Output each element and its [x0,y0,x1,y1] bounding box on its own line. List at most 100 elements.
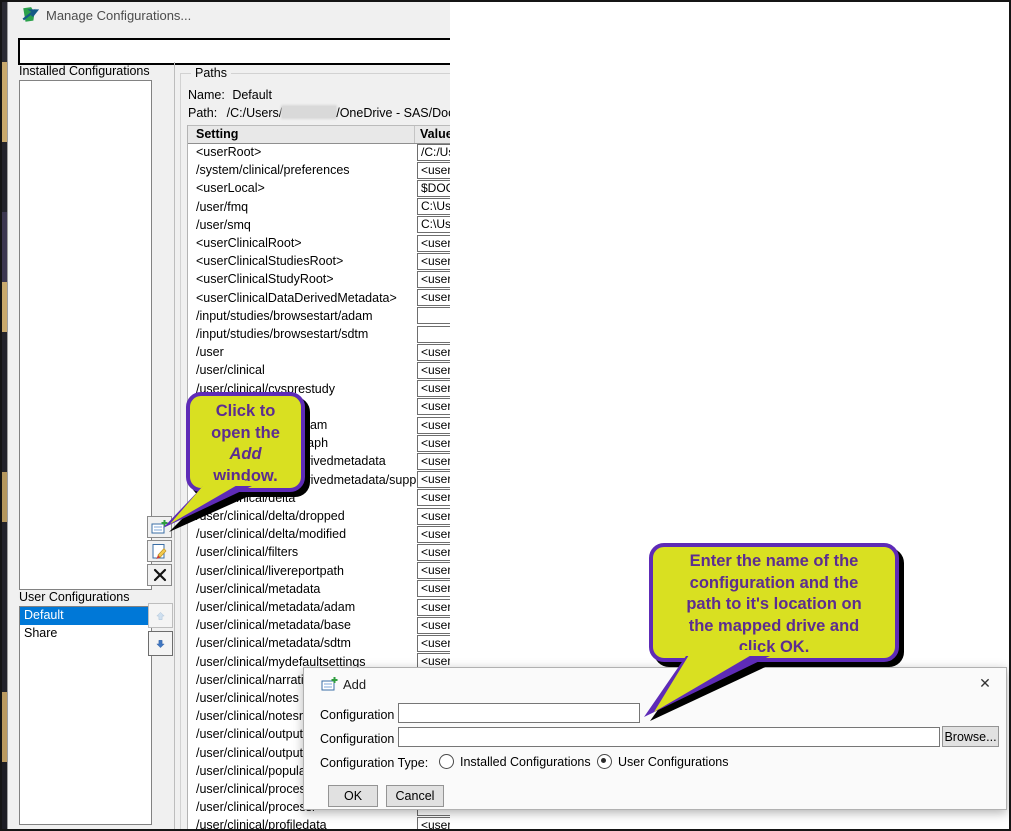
value-cell[interactable]: <userClini [417,489,450,507]
ok-button[interactable]: OK [328,785,378,807]
value-cell[interactable]: <userClini [417,270,450,288]
value-cell[interactable]: <userClini [417,361,450,379]
user-configurations-radio[interactable]: User Configurations [597,754,728,769]
configuration-path-input[interactable] [398,727,940,747]
setting-cell: /user [196,345,224,360]
config-name-line: Name: Default [188,88,272,102]
table-row[interactable]: /user/clinical/delta/dropped <userClini [188,507,450,525]
configuration-name-input[interactable] [398,703,640,723]
value-cell[interactable]: <userClini [417,471,450,489]
table-row[interactable]: <userClinicalRoot> <userRoot> [188,234,450,252]
table-row[interactable]: /user/clinical/filters <userLocal [188,543,450,561]
callout-line: the mapped drive and [688,616,860,635]
value-cell[interactable]: <userClini [417,616,450,634]
table-row[interactable]: /input/studies/browsestart/adam [188,307,450,325]
table-row[interactable]: /user/clinical/metadata/sdtm <userClini [188,634,450,652]
move-down-button[interactable] [148,631,173,656]
configuration-type-label: Configuration Type: [320,756,429,770]
radio-icon[interactable] [439,754,454,769]
setting-cell: <userClinicalDataDerivedMetadata> [196,290,397,305]
table-row[interactable]: /user/clinical/livereportpath <userLocal [188,562,450,580]
move-up-button[interactable] [148,603,173,628]
value-cell[interactable] [417,307,450,325]
browse-button[interactable]: Browse... [942,726,999,747]
banner-box [18,38,450,65]
setting-cell: <userClinicalStudiesRoot> [196,254,344,269]
value-cell[interactable]: <userRoot> [417,234,450,252]
value-column-header: Value [420,127,450,141]
radio-icon[interactable] [597,754,612,769]
value-cell[interactable]: <userClini [417,380,450,398]
add-dialog-titlebar[interactable]: Add ✕ [304,668,1006,698]
value-cell[interactable]: <userClini [417,816,450,831]
value-cell[interactable]: <userRoot> [417,161,450,179]
table-row[interactable]: /user/clinical/metadata/adam <userClini [188,598,450,616]
add-dialog: Add ✕ Configuration Name: Configuration … [303,667,1007,810]
table-row[interactable]: /user/clinical/delta/modified <userClini [188,525,450,543]
value-cell[interactable] [417,325,450,343]
list-item-default[interactable]: Default [20,607,151,625]
value-cell[interactable]: <userClini [417,452,450,470]
setting-cell: /user/clinical/outputn [196,745,310,760]
value-cell[interactable]: $DOCUMENTS [417,179,450,197]
value-cell[interactable]: <userClini [417,580,450,598]
value-cell[interactable]: <userClini [417,398,450,416]
table-row[interactable]: <userRoot> /C:/Users/ [188,143,450,161]
setting-cell: /user/clinical/processi [196,800,315,815]
table-row[interactable]: /user/clinical/metadata <userClini [188,580,450,598]
setting-column-header: Setting [196,127,239,141]
table-row[interactable]: /user/clinical/profiledata <userClini [188,816,450,831]
table-row[interactable]: /user <userRoot> [188,343,450,361]
table-row[interactable]: /user/clinical <userClini [188,361,450,379]
setting-cell: /user/clinical/profiledata [196,818,327,831]
setting-cell: <userLocal> [196,181,265,196]
table-row[interactable]: <userClinicalStudyRoot> <userClini [188,270,450,288]
table-row[interactable]: <userClinicalStudiesRoot> <userClini [188,252,450,270]
table-row[interactable]: /input/studies/browsestart/sdtm [188,325,450,343]
value-cell[interactable]: <userLocal [417,562,450,580]
value-cell[interactable]: <userClini [417,634,450,652]
callout-add-window: Click to open the Add window. [186,392,305,492]
value-cell[interactable]: <userClini [417,252,450,270]
setting-cell: /user/clinical/filters [196,545,299,560]
app-icon [22,7,39,22]
installed-configurations-radio[interactable]: Installed Configurations [439,754,591,769]
value-cell[interactable]: <userClini [417,598,450,616]
value-cell[interactable]: <userClini [417,507,450,525]
callout-line: configuration and the [689,573,859,592]
table-row[interactable]: <userClinicalDataDerivedMetadata> <userCl… [188,289,450,307]
callout-line: Enter the name of the [689,552,859,570]
delete-x-icon [153,568,166,582]
edit-configuration-button[interactable] [147,540,172,562]
radio-label: User Configurations [618,754,729,769]
value-cell[interactable]: C:\Users\ [417,198,450,216]
user-configurations-list[interactable]: Default Share [19,606,152,825]
table-row[interactable]: /system/clinical/preferences <userRoot> [188,161,450,179]
value-cell[interactable]: C:\Users\ [417,216,450,234]
table-row[interactable]: <userLocal> $DOCUMENTS [188,179,450,197]
installed-configurations-list[interactable] [19,80,152,590]
list-item-share[interactable]: Share [20,625,151,643]
value-cell[interactable]: /C:/Users/ [417,143,450,161]
add-configuration-button[interactable] [147,516,172,538]
window-title: Manage Configurations... [46,8,192,23]
value-cell[interactable]: <userClini [417,434,450,452]
close-icon[interactable]: ✕ [976,674,994,692]
table-row[interactable]: /user/clinical/metadata/base <userClini [188,616,450,634]
value-cell[interactable]: <userClini [417,289,450,307]
callout-enter-name: Enter the name of the configuration and t… [649,543,899,662]
value-cell[interactable]: <userLocal [417,543,450,561]
value-cell[interactable]: <userRoot> [417,343,450,361]
setting-cell: /user/clinical/metadata/adam [196,600,356,614]
window-titlebar[interactable]: Manage Configurations... [8,0,450,30]
delete-configuration-button[interactable] [147,564,172,586]
table-row[interactable]: /user/fmq C:\Users\ [188,198,450,216]
value-cell[interactable]: <userClini [417,525,450,543]
table-row[interactable]: /user/smq C:\Users\ [188,216,450,234]
cancel-button[interactable]: Cancel [386,785,444,807]
callout-line: Add [229,445,262,463]
arrow-up-icon [156,611,165,620]
value-cell[interactable]: <userClini [417,416,450,434]
callout-line: path to it's location on [686,595,862,613]
path-suffix: /OneDrive - SAS/Documents [336,106,450,120]
